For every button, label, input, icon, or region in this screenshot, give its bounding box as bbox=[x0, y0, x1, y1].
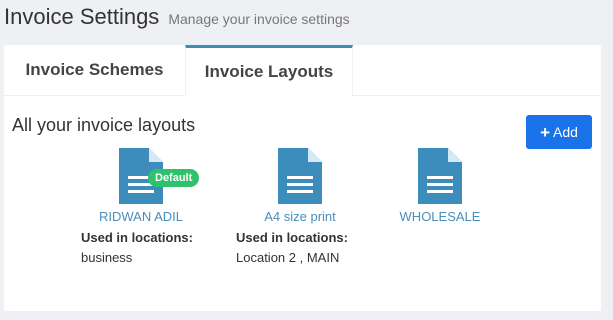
layout-name-link[interactable]: WHOLESALE bbox=[375, 209, 505, 224]
layout-name-link[interactable]: A4 size print bbox=[225, 209, 375, 224]
page-title: Invoice Settings bbox=[4, 4, 160, 29]
default-badge: Default bbox=[148, 169, 200, 187]
section-title: All your invoice layouts bbox=[12, 115, 196, 135]
layout-item-wholesale: WHOLESALE bbox=[375, 148, 505, 278]
tab-invoice-schemes[interactable]: Invoice Schemes bbox=[4, 45, 185, 95]
layout-name-link[interactable]: RIDWAN ADIL bbox=[66, 209, 216, 224]
plus-icon: + bbox=[540, 122, 550, 142]
layout-item-ridwan-adil: Default RIDWAN ADIL Used in locations: b… bbox=[66, 148, 216, 278]
invoice-settings-card: Invoice Schemes Invoice Layouts All your… bbox=[4, 45, 601, 311]
file-text-icon[interactable] bbox=[278, 148, 322, 204]
layout-item-a4-size-print: A4 size print Used in locations: Locatio… bbox=[225, 148, 375, 278]
file-text-icon[interactable] bbox=[418, 148, 462, 204]
tab-bar: Invoice Schemes Invoice Layouts bbox=[4, 45, 601, 96]
add-button-label: Add bbox=[553, 124, 578, 140]
add-layout-button[interactable]: + Add bbox=[526, 115, 592, 149]
locations-value: Location 2 , MAIN bbox=[236, 250, 340, 265]
locations-label: Used in locations: bbox=[236, 230, 348, 245]
locations-label: Used in locations: bbox=[81, 230, 193, 245]
locations-value: business bbox=[81, 250, 133, 265]
page-header: Invoice Settings Manage your invoice set… bbox=[4, 4, 350, 34]
page-subtitle: Manage your invoice settings bbox=[168, 11, 350, 27]
tab-invoice-layouts[interactable]: Invoice Layouts bbox=[185, 45, 353, 96]
